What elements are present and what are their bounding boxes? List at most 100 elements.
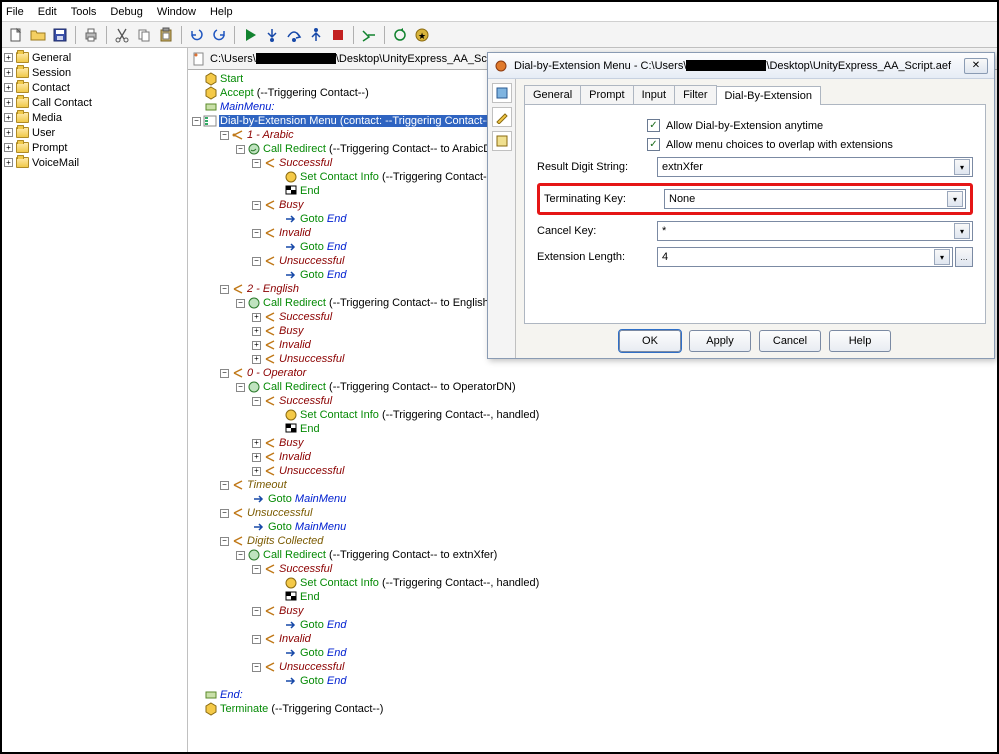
refresh-icon[interactable] xyxy=(390,25,410,45)
new-file-icon[interactable] xyxy=(6,25,26,45)
expand-toggle[interactable]: − xyxy=(236,383,245,392)
info-icon[interactable]: ★ xyxy=(412,25,432,45)
node-dial-by-extension-menu[interactable]: Dial-by-Extension Menu (contact: --Trigg… xyxy=(219,115,503,127)
palette-item-session[interactable]: +Session xyxy=(4,65,185,80)
menu-edit[interactable]: Edit xyxy=(38,6,57,18)
node-call-redirect-arabic[interactable]: Call Redirect (--Triggering Contact-- to… xyxy=(263,143,503,155)
dropdown-icon[interactable]: ▾ xyxy=(954,223,970,239)
expand-toggle[interactable]: − xyxy=(252,607,261,616)
node-option-0[interactable]: 0 - Operator xyxy=(247,367,306,379)
copy-icon[interactable] xyxy=(134,25,154,45)
cut-icon[interactable] xyxy=(112,25,132,45)
node-end[interactable]: End xyxy=(300,423,320,435)
cancel-button[interactable]: Cancel xyxy=(759,330,821,352)
node-invalid[interactable]: Invalid xyxy=(279,227,311,239)
dropdown-icon[interactable]: ▾ xyxy=(934,249,950,265)
node-end[interactable]: End xyxy=(300,185,320,197)
run-icon[interactable] xyxy=(240,25,260,45)
node-goto-end[interactable]: Goto End xyxy=(300,241,347,253)
expand-toggle[interactable]: − xyxy=(220,131,229,140)
node-invalid[interactable]: Invalid xyxy=(279,633,311,645)
node-option-1[interactable]: 1 - Arabic xyxy=(247,129,294,141)
tab-filter[interactable]: Filter xyxy=(674,85,716,104)
dropdown-icon[interactable]: ▾ xyxy=(947,191,963,207)
expand-toggle[interactable]: − xyxy=(220,481,229,490)
expand-toggle[interactable]: − xyxy=(236,145,245,154)
dropdown-icon[interactable]: ▾ xyxy=(954,159,970,175)
expand-toggle[interactable]: − xyxy=(252,397,261,406)
tab-general[interactable]: General xyxy=(524,85,581,104)
expand-toggle[interactable]: − xyxy=(252,159,261,168)
expand-toggle[interactable]: + xyxy=(252,327,261,336)
tab-dial-by-extension[interactable]: Dial-By-Extension xyxy=(716,86,821,105)
node-busy[interactable]: Busy xyxy=(279,325,303,337)
validate-icon[interactable] xyxy=(359,25,379,45)
allow-dialbyext-checkbox[interactable]: ✓ xyxy=(647,119,660,132)
node-busy[interactable]: Busy xyxy=(279,437,303,449)
expand-toggle[interactable]: − xyxy=(220,537,229,546)
menu-help[interactable]: Help xyxy=(210,6,233,18)
node-goto-end[interactable]: Goto End xyxy=(300,619,347,631)
step-out-icon[interactable] xyxy=(306,25,326,45)
expand-toggle[interactable]: + xyxy=(252,453,261,462)
extension-length-more-button[interactable]: … xyxy=(955,247,973,267)
node-accept[interactable]: Accept (--Triggering Contact--) xyxy=(220,87,369,99)
node-invalid[interactable]: Invalid xyxy=(279,451,311,463)
cancel-key-combo[interactable]: * ▾ xyxy=(657,221,973,241)
node-unsuccessful[interactable]: Unsuccessful xyxy=(279,353,344,365)
tab-prompt[interactable]: Prompt xyxy=(580,85,633,104)
node-busy[interactable]: Busy xyxy=(279,605,303,617)
step-over-icon[interactable] xyxy=(284,25,304,45)
paste-icon[interactable] xyxy=(156,25,176,45)
node-call-redirect-extn[interactable]: Call Redirect (--Triggering Contact-- to… xyxy=(263,549,497,561)
close-button[interactable]: ✕ xyxy=(964,58,988,74)
tab-input[interactable]: Input xyxy=(633,85,675,104)
palette-item-voicemail[interactable]: +VoiceMail xyxy=(4,155,185,170)
node-terminate[interactable]: Terminate (--Triggering Contact--) xyxy=(220,703,383,715)
node-option-2[interactable]: 2 - English xyxy=(247,283,299,295)
node-unsuccessful[interactable]: Unsuccessful xyxy=(279,661,344,673)
menu-tools[interactable]: Tools xyxy=(71,6,97,18)
expand-toggle[interactable]: − xyxy=(220,285,229,294)
node-busy[interactable]: Busy xyxy=(279,199,303,211)
expand-toggle[interactable]: − xyxy=(252,565,261,574)
node-successful[interactable]: Successful xyxy=(279,395,332,407)
node-goto-end[interactable]: Goto End xyxy=(300,213,347,225)
allow-overlap-checkbox[interactable]: ✓ xyxy=(647,138,660,151)
node-call-redirect-english[interactable]: Call Redirect (--Triggering Contact-- to… xyxy=(263,297,508,309)
node-unsuccessful[interactable]: Unsuccessful xyxy=(279,465,344,477)
step-into-icon[interactable] xyxy=(262,25,282,45)
expand-toggle[interactable]: − xyxy=(220,509,229,518)
undo-icon[interactable] xyxy=(187,25,207,45)
expand-toggle[interactable]: + xyxy=(252,355,261,364)
menu-file[interactable]: File xyxy=(6,6,24,18)
expand-toggle[interactable]: + xyxy=(252,467,261,476)
node-successful[interactable]: Successful xyxy=(279,157,332,169)
dialog-titlebar[interactable]: Dial-by-Extension Menu - C:\Users\\Deskt… xyxy=(488,53,994,79)
node-successful[interactable]: Successful xyxy=(279,563,332,575)
menu-debug[interactable]: Debug xyxy=(110,6,142,18)
dialog-side-btn-3[interactable] xyxy=(492,131,512,151)
help-button[interactable]: Help xyxy=(829,330,891,352)
node-end[interactable]: End xyxy=(300,591,320,603)
open-folder-icon[interactable] xyxy=(28,25,48,45)
redo-icon[interactable] xyxy=(209,25,229,45)
palette-item-prompt[interactable]: +Prompt xyxy=(4,140,185,155)
palette-item-call-contact[interactable]: +Call Contact xyxy=(4,95,185,110)
menu-window[interactable]: Window xyxy=(157,6,196,18)
node-goto-end[interactable]: Goto End xyxy=(300,269,347,281)
palette-item-media[interactable]: +Media xyxy=(4,110,185,125)
terminating-key-combo[interactable]: None ▾ xyxy=(664,189,966,209)
expand-toggle[interactable]: + xyxy=(252,313,261,322)
dialog-side-btn-1[interactable] xyxy=(492,83,512,103)
node-set-contact[interactable]: Set Contact Info (--Triggering Contact--… xyxy=(300,577,539,589)
node-successful[interactable]: Successful xyxy=(279,311,332,323)
node-goto-mainmenu[interactable]: Goto MainMenu xyxy=(268,521,346,533)
node-timeout[interactable]: Timeout xyxy=(247,479,287,491)
node-set-contact[interactable]: Set Contact Info (--Triggering Contact--… xyxy=(300,409,539,421)
node-unsuccessful[interactable]: Unsuccessful xyxy=(279,255,344,267)
expand-toggle[interactable]: + xyxy=(252,439,261,448)
node-mainmenu-label[interactable]: MainMenu: xyxy=(220,101,274,113)
result-digit-combo[interactable]: extnXfer ▾ xyxy=(657,157,973,177)
node-goto-mainmenu[interactable]: Goto MainMenu xyxy=(268,493,346,505)
